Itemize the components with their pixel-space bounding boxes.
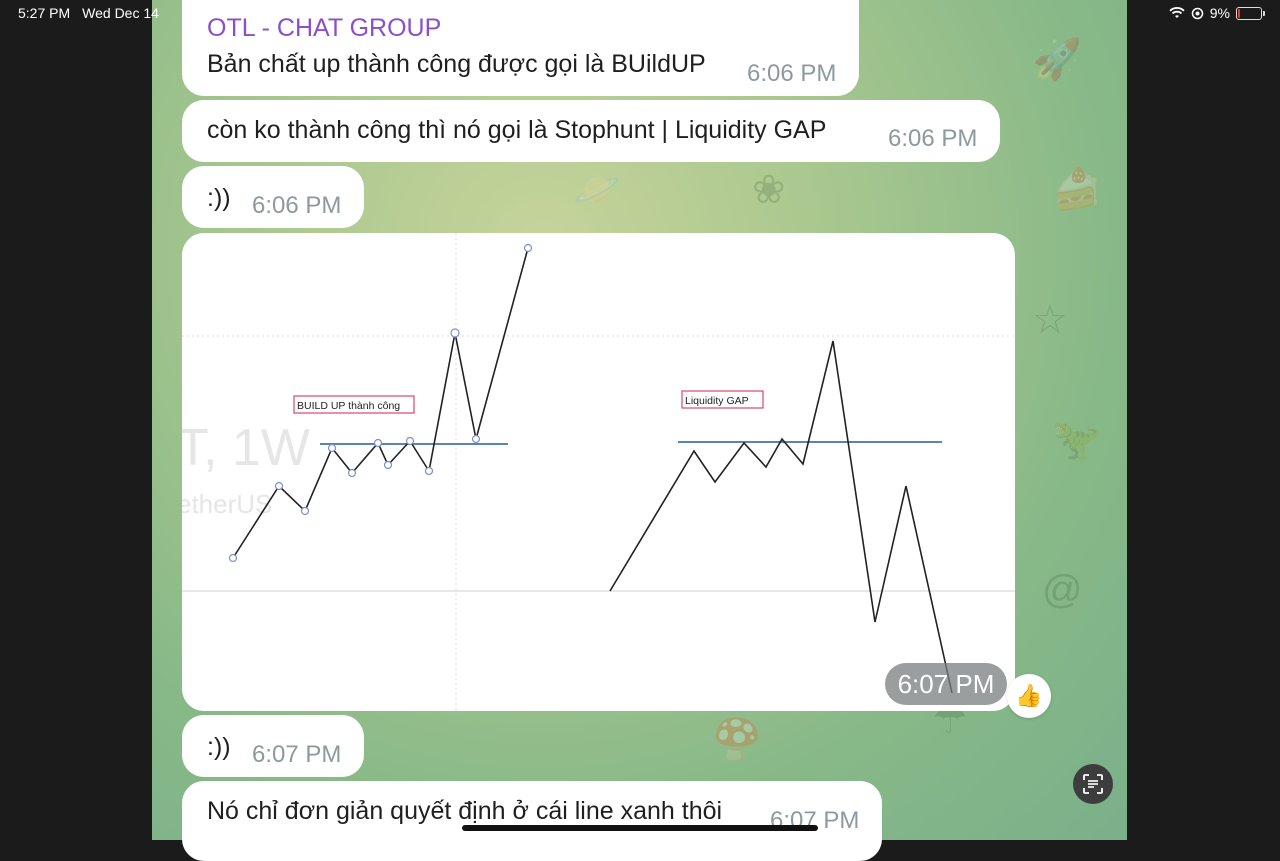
status-date: Wed Dec 14 <box>82 5 159 21</box>
home-indicator[interactable] <box>462 825 818 831</box>
message-text: Nó chỉ đơn giản quyết định ở cái line xa… <box>207 797 723 825</box>
message-text: :)) <box>207 184 231 212</box>
message-bubble-4[interactable]: :)) 6:07 PM <box>182 715 364 777</box>
sender-name[interactable]: OTL - CHAT GROUP <box>207 14 441 43</box>
message-bubble-3[interactable]: :)) 6:06 PM <box>182 166 364 228</box>
message-text: còn ko thành công thì nó gọi là Stophunt… <box>207 116 827 144</box>
battery-percent: 9% <box>1209 5 1230 21</box>
chart-photo[interactable]: T, 1W etherUS BUILD UP thành công Liquid… <box>182 233 1015 711</box>
doodle-rocket-icon: 🚀 <box>1032 38 1082 82</box>
doodle-leaf-icon: ❀ <box>752 168 786 212</box>
status-time: 5:27 PM <box>18 5 71 21</box>
watermark-sub: etherUS <box>182 489 272 519</box>
message-text: Bản chất up thành công được gọi là BUild… <box>207 50 706 78</box>
scan-text-button[interactable] <box>1073 764 1113 804</box>
message-bubble-2[interactable]: còn ko thành công thì nó gọi là Stophunt… <box>182 100 1000 162</box>
label-build-up: BUILD UP thành công <box>297 400 400 412</box>
label-liquidity-gap: Liquidity GAP <box>685 395 749 407</box>
doodle-dino-icon: 🦖 <box>1052 418 1102 462</box>
status-bar-left: 5:27 PM Wed Dec 14 <box>18 5 159 21</box>
message-bubble-5[interactable]: Nó chỉ đơn giản quyết định ở cái line xa… <box>182 781 882 861</box>
doodle-cake-icon: 🍰 <box>1052 168 1102 212</box>
doodle-star-icon: ☆ <box>1032 298 1068 342</box>
status-bar-right: 9% <box>1169 5 1265 21</box>
message-time: 6:07 PM <box>252 741 342 768</box>
message-text: :)) <box>207 733 231 761</box>
doodle-planet-icon: 🪐 <box>572 168 622 212</box>
scan-text-icon <box>1083 774 1103 794</box>
price-path-right <box>609 340 953 694</box>
doodle-swirl-icon: @ <box>1042 568 1083 612</box>
wifi-icon <box>1169 7 1185 18</box>
message-time: 6:06 PM <box>888 125 978 152</box>
message-time: 6:06 PM <box>252 192 342 219</box>
photo-time: 6:07 PM <box>885 663 1007 705</box>
doodle-mushroom-icon: 🍄 <box>712 718 762 762</box>
location-icon <box>1191 7 1204 19</box>
message-bubble-1[interactable]: OTL - CHAT GROUP Bản chất up thành công … <box>182 0 859 96</box>
thumbs-up-icon[interactable]: 👍 <box>1007 674 1051 718</box>
chart-drawing: T, 1W etherUS BUILD UP thành công Liquid… <box>182 233 1015 711</box>
watermark-main: T, 1W <box>182 419 310 477</box>
message-time: 6:06 PM <box>747 60 837 87</box>
battery-icon <box>1236 6 1265 20</box>
